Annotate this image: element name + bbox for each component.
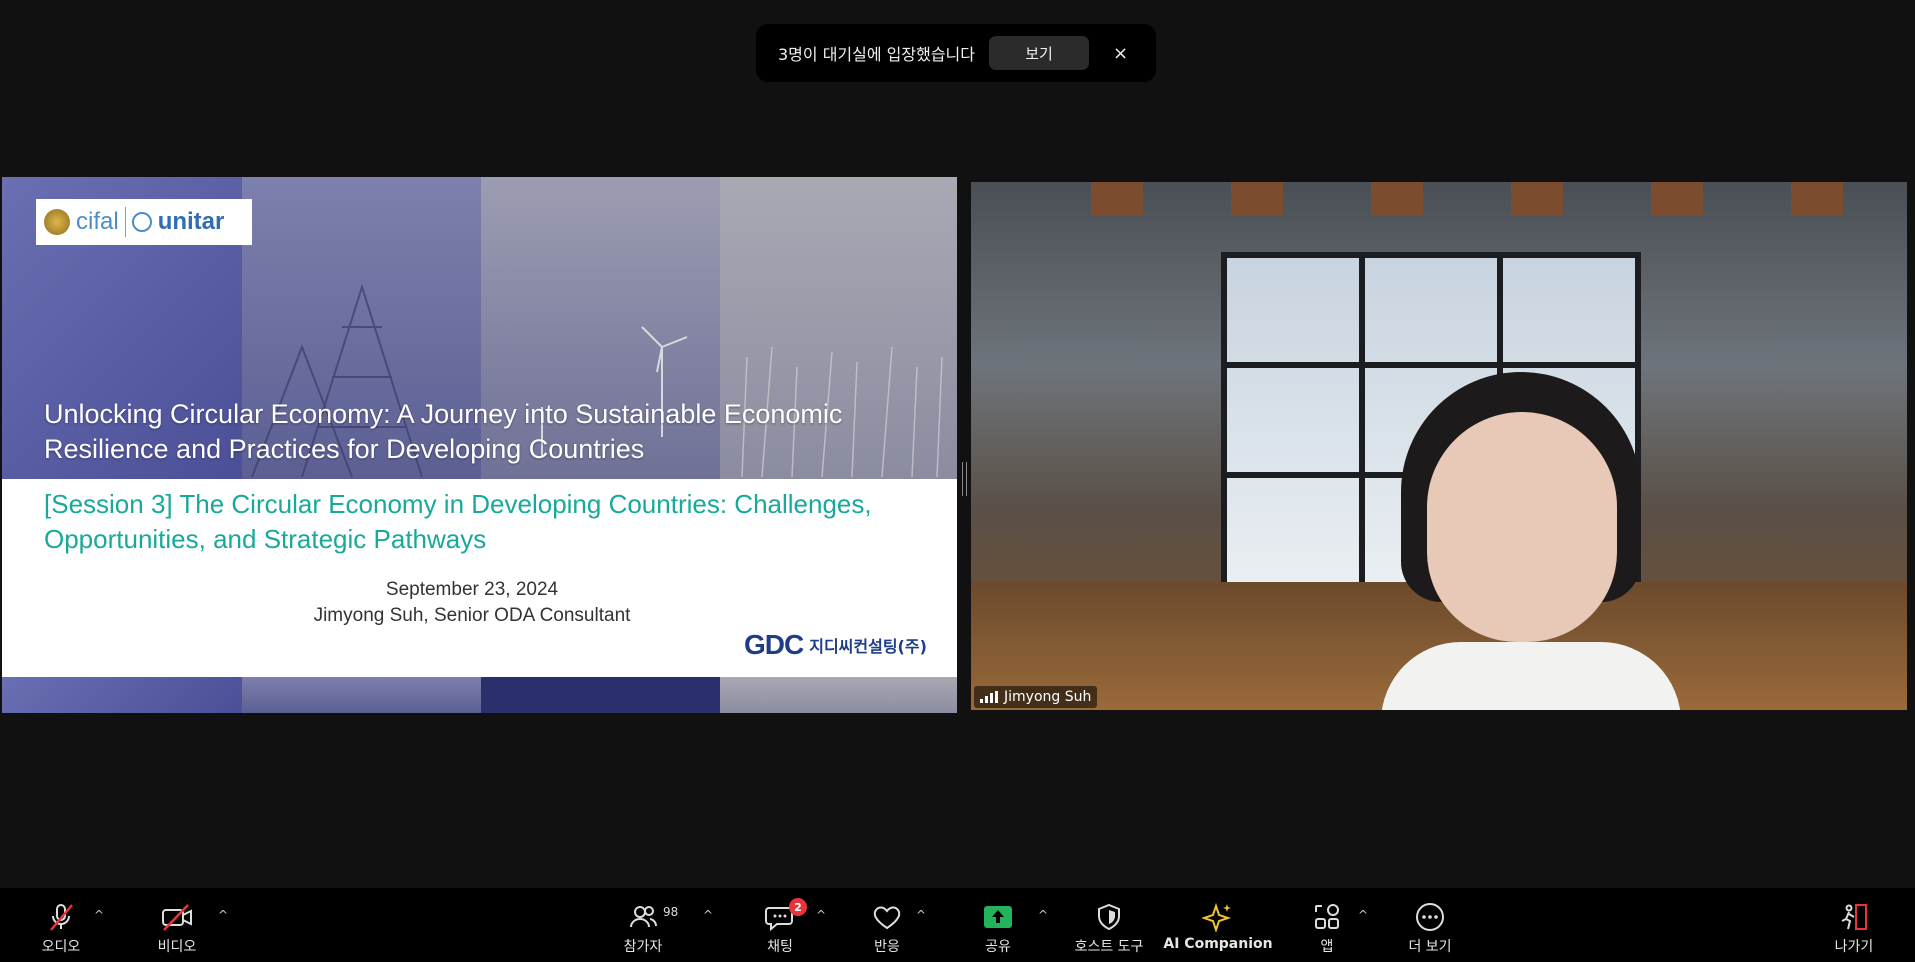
globe-icon	[44, 209, 70, 235]
shared-screen-slide: cifal unitar Unlocking Circular Economy:…	[2, 177, 957, 713]
reactions-label: 반응	[874, 939, 900, 955]
apps-icon	[1315, 904, 1339, 929]
close-icon[interactable]: ×	[1113, 43, 1128, 64]
slide-footer-photos	[2, 677, 957, 713]
share-options-caret[interactable]: ^	[1038, 908, 1048, 922]
chat-label: 채팅	[767, 939, 793, 955]
share-screen-button[interactable]: 공유	[973, 888, 1023, 962]
leave-door-icon	[1841, 904, 1867, 930]
reactions-options-caret[interactable]: ^	[916, 908, 926, 922]
split-resize-handle[interactable]	[962, 462, 967, 496]
audio-options-caret[interactable]: ^	[94, 908, 104, 922]
sparkle-icon	[1202, 902, 1232, 932]
meeting-toolbar: 오디오 ^ 비디오 ^ 참가자 98 ^ 2 채팅 ^ 반응 ^ 공유 ^ 호스…	[0, 888, 1915, 962]
participants-button[interactable]: 참가자	[618, 888, 668, 962]
video-label: 비디오	[157, 939, 197, 955]
participants-label: 참가자	[623, 939, 663, 955]
reactions-button[interactable]: 반응	[862, 888, 912, 962]
waiting-room-notification: 3명이 대기실에 입장했습니다 보기 ×	[756, 24, 1156, 82]
camera-off-icon	[162, 904, 192, 931]
ai-companion-label: AI Companion	[1163, 936, 1273, 952]
slide-title: Unlocking Circular Economy: A Journey in…	[44, 399, 843, 464]
share-screen-icon	[984, 906, 1012, 928]
view-waiting-room-button[interactable]: 보기	[989, 36, 1089, 70]
apps-options-caret[interactable]: ^	[1358, 908, 1368, 922]
notification-message: 3명이 대기실에 입장했습니다	[778, 45, 975, 64]
ai-companion-button[interactable]: AI Companion	[1163, 888, 1273, 962]
signal-strength-icon	[980, 691, 998, 703]
audio-button[interactable]: 오디오	[36, 888, 86, 962]
cifal-unitar-logo: cifal unitar	[36, 199, 252, 245]
leave-label: 나가기	[1834, 939, 1874, 955]
gdc-logo-korean: 지디씨컨설팅(주)	[809, 637, 927, 656]
host-tools-label: 호스트 도구	[1074, 939, 1144, 955]
slide-date: September 23, 2024	[385, 579, 559, 600]
gdc-consulting-logo: GDC 지디씨컨설팅(주)	[744, 629, 927, 661]
cifal-logo-text: cifal	[76, 208, 119, 235]
participant-name-tag: Jimyong Suh	[974, 686, 1098, 708]
slide-session-title: [Session 3] The Circular Economy in Deve…	[44, 489, 872, 554]
host-tools-button[interactable]: 호스트 도구	[1068, 888, 1150, 962]
video-button[interactable]: 비디오	[152, 888, 202, 962]
audio-label: 오디오	[41, 939, 81, 955]
chat-unread-badge: 2	[789, 898, 807, 916]
share-label: 공유	[985, 939, 1011, 955]
chat-options-caret[interactable]: ^	[816, 908, 826, 922]
heart-icon	[873, 906, 901, 930]
participants-count: 98	[663, 905, 679, 919]
participant-video-tile[interactable]: Jimyong Suh	[971, 182, 1907, 710]
unitar-logo-text: unitar	[157, 208, 225, 235]
chat-button[interactable]: 2 채팅	[755, 888, 807, 962]
apps-button[interactable]: 앱	[1302, 888, 1352, 962]
slide-presenter: Jimyong Suh, Senior ODA Consultant	[313, 605, 631, 626]
more-icon	[1416, 903, 1444, 931]
participants-options-caret[interactable]: ^	[703, 908, 713, 922]
participant-name: Jimyong Suh	[1004, 689, 1092, 705]
participants-icon	[630, 906, 658, 928]
video-options-caret[interactable]: ^	[218, 908, 228, 922]
microphone-muted-icon	[50, 904, 73, 931]
participant-person	[1381, 372, 1691, 710]
more-label: 더 보기	[1408, 939, 1452, 955]
more-button[interactable]: 더 보기	[1400, 888, 1460, 962]
apps-label: 앱	[1320, 939, 1334, 955]
leave-button[interactable]: 나가기	[1826, 888, 1882, 962]
un-emblem-icon	[131, 212, 152, 232]
gdc-logo-mark: GDC	[744, 629, 804, 660]
shield-icon	[1098, 903, 1120, 931]
